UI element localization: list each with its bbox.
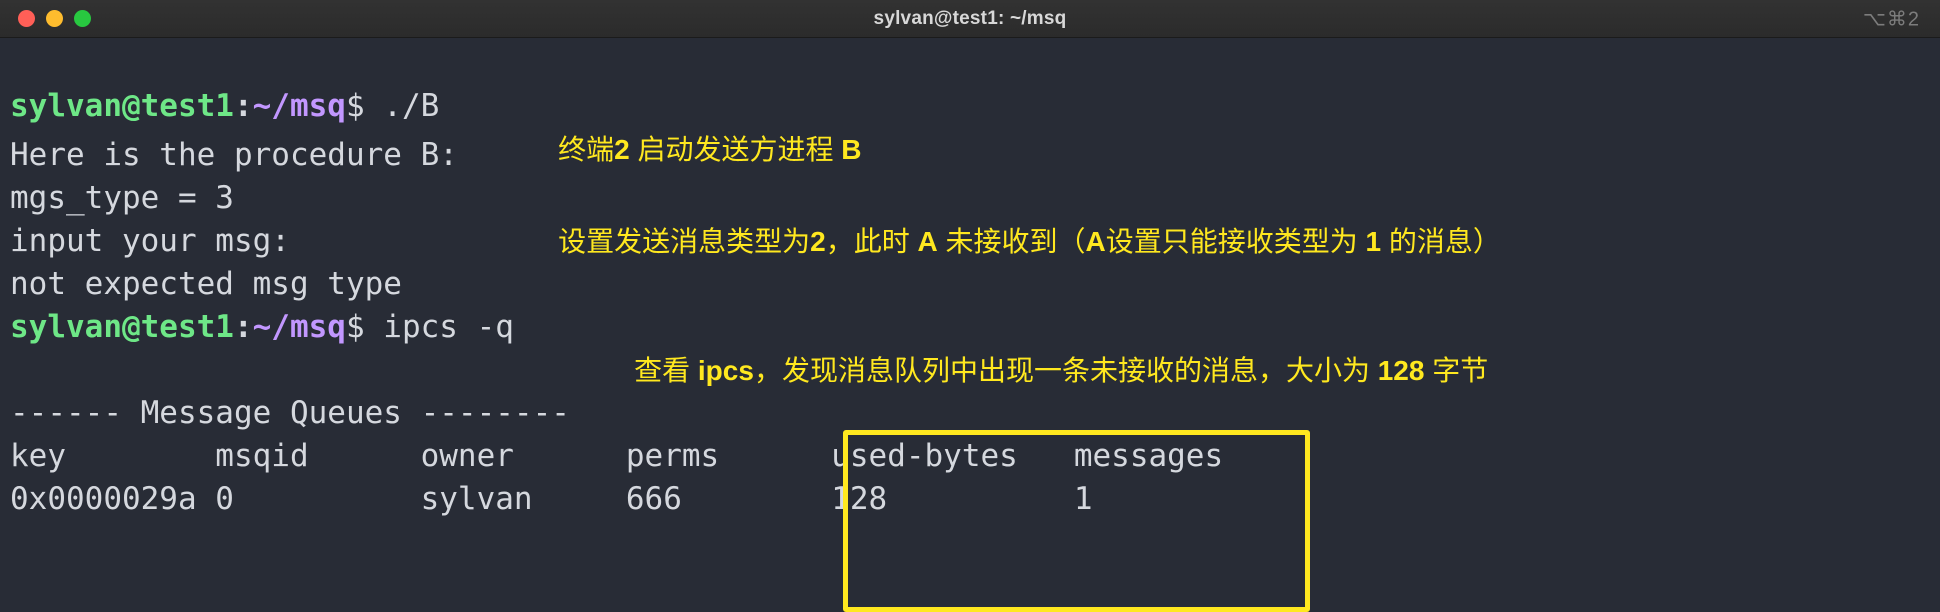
prompt-sigil: $ xyxy=(345,88,365,124)
annotation-part-bold: 128 xyxy=(1377,355,1425,386)
ipcs-table-row: 0x0000029a 0 sylvan 666 128 1 xyxy=(0,478,1940,521)
ipcs-table-row-values: 0x0000029a 0 sylvan 666 128 1 xyxy=(10,481,1093,517)
annotation-part-bold: A xyxy=(1085,226,1106,257)
annotation-ipcs: 查看 ipcs，发现消息队列中出现一条未接收的消息，大小为 128 字节 xyxy=(603,306,1488,435)
output-text: Here is the procedure B: xyxy=(10,137,458,173)
annotation-part-bold: 2 xyxy=(614,134,630,165)
command-text: ./B xyxy=(364,88,440,124)
command-text: ipcs -q xyxy=(364,309,514,345)
keyboard-shortcut-indicator: ⌥⌘2 xyxy=(1862,8,1920,30)
terminal-line-2: Here is the procedure B: xyxy=(0,134,1940,177)
annotation-part-bold: 1 xyxy=(1365,226,1382,257)
annotation-part: 终端 xyxy=(558,134,615,165)
prompt-path: ~/msq xyxy=(252,88,346,124)
shell-prompt: sylvan@test1:~/msq$ ./B xyxy=(0,85,439,128)
message-queues-header: ------ Message Queues -------- xyxy=(10,395,570,431)
terminal-body[interactable]: sylvan@test1:~/msq$ ./B Here is the proc… xyxy=(0,38,1940,612)
annotation-part-bold: B xyxy=(841,134,862,165)
annotation-part-bold: 2 xyxy=(810,226,826,257)
close-window-button[interactable] xyxy=(18,10,35,27)
shell-prompt: sylvan@test1:~/msq$ ipcs -q xyxy=(0,306,514,349)
ipcs-table-header-row: key msqid owner perms used-bytes message… xyxy=(0,435,1940,478)
output-text: not expected msg type xyxy=(10,266,402,302)
annotation-part: 设置发送消息类型为 xyxy=(558,226,811,257)
maximize-window-button[interactable] xyxy=(74,10,91,27)
output-text: mgs_type = 3 xyxy=(10,180,234,216)
annotation-part: 的消息） xyxy=(1381,226,1501,257)
window-title: sylvan@test1: ~/msq xyxy=(873,7,1067,29)
annotation-part: 查看 xyxy=(634,355,698,386)
prompt-separator: : xyxy=(233,309,253,345)
minimize-window-button[interactable] xyxy=(46,10,63,27)
prompt-user-host: sylvan@test1 xyxy=(10,88,234,124)
annotation-part-bold: ipcs xyxy=(697,355,754,386)
annotation-part: ，此时 xyxy=(825,226,918,257)
ipcs-table-header: key msqid owner perms used-bytes message… xyxy=(10,438,1224,474)
annotation-part-bold: A xyxy=(917,226,938,257)
terminal-line-1: sylvan@test1:~/msq$ ./B xyxy=(0,85,1940,128)
annotation-part: 启动发送方进程 xyxy=(629,134,842,165)
annotation-part: 未接收到（ xyxy=(937,226,1086,257)
annotation-part: 设置只能接收类型为 xyxy=(1105,226,1366,257)
output-text: input your msg: xyxy=(10,223,290,259)
annotation-part: ，发现消息队列中出现一条未接收的消息，大小为 xyxy=(753,355,1378,386)
prompt-path: ~/msq xyxy=(252,309,346,345)
window-titlebar: sylvan@test1: ~/msq ⌥⌘2 xyxy=(0,0,1940,38)
annotation-part: 字节 xyxy=(1424,355,1489,386)
annotation-msg-type: 设置发送消息类型为2，此时 A 未接收到（A设置只能接收类型为 1 的消息） xyxy=(527,177,1501,306)
prompt-user-host: sylvan@test1 xyxy=(10,309,234,345)
window-controls[interactable] xyxy=(18,10,91,27)
prompt-separator: : xyxy=(233,88,253,124)
prompt-sigil: $ xyxy=(345,309,365,345)
